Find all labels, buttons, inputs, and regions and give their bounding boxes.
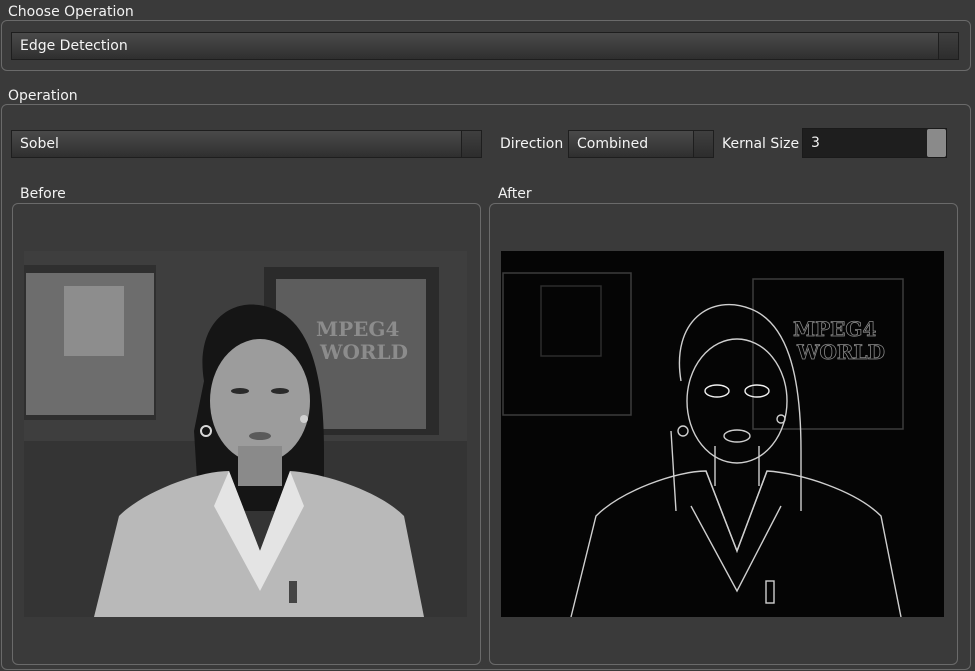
before-image: MPEG4 WORLD <box>24 251 467 617</box>
dropdown-arrow-icon[interactable] <box>693 131 713 157</box>
before-title: Before <box>20 186 66 202</box>
choose-operation-title: Choose Operation <box>8 4 134 20</box>
svg-text:MPEG4: MPEG4 <box>316 317 400 341</box>
direction-value: Combined <box>577 136 649 152</box>
kernel-size-value: 3 <box>811 135 820 151</box>
dropdown-arrow-icon[interactable] <box>938 33 958 59</box>
svg-text:WORLD: WORLD <box>796 340 885 364</box>
svg-text:MPEG4: MPEG4 <box>793 317 877 341</box>
operation-type-dropdown[interactable]: Edge Detection <box>11 32 959 60</box>
after-title: After <box>498 186 532 202</box>
news-anchor-photo-icon: MPEG4 WORLD <box>24 251 467 617</box>
edge-detection-window: Choose Operation Edge Detection Operatio… <box>0 0 975 671</box>
kernel-size-input[interactable]: 3 <box>802 128 947 158</box>
operation-type-value: Edge Detection <box>20 38 128 54</box>
method-value: Sobel <box>20 136 59 152</box>
operation-title: Operation <box>8 88 78 104</box>
dropdown-arrow-icon[interactable] <box>461 131 481 157</box>
direction-label: Direction <box>500 136 564 152</box>
svg-text:WORLD: WORLD <box>319 340 408 364</box>
direction-dropdown[interactable]: Combined <box>568 130 714 158</box>
after-image: MPEG4 WORLD <box>501 251 944 617</box>
method-dropdown[interactable]: Sobel <box>11 130 482 158</box>
edge-detected-photo-icon: MPEG4 WORLD <box>501 251 944 617</box>
kernel-size-slider-handle[interactable] <box>927 129 946 157</box>
kernel-size-label: Kernal Size <box>722 136 800 152</box>
